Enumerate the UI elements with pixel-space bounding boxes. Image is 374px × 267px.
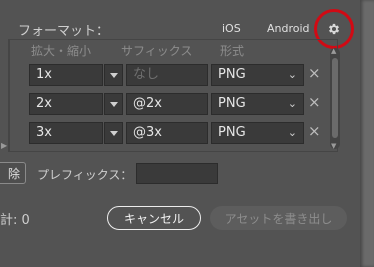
format-column-header: 形式 bbox=[220, 44, 245, 58]
suffix-placeholder: なし bbox=[133, 67, 160, 82]
format-value: PNG bbox=[218, 125, 246, 140]
format-select-1x[interactable]: PNG ⌄ bbox=[211, 64, 304, 86]
format-value: PNG bbox=[218, 96, 246, 111]
scale-dropdown-button[interactable] bbox=[104, 122, 123, 144]
delete-button[interactable]: 除 bbox=[0, 162, 26, 184]
cancel-button[interactable]: キャンセル bbox=[107, 206, 201, 230]
scale-column-header: 拡大・縮小 bbox=[31, 44, 92, 58]
scroll-thumb[interactable] bbox=[332, 58, 338, 138]
gear-icon bbox=[328, 23, 340, 35]
format-label: フォーマット： bbox=[18, 24, 110, 39]
scale-list-scrollbar[interactable]: ▲ ▼ bbox=[330, 47, 340, 150]
prefix-label: プレフィックス： bbox=[37, 168, 133, 182]
export-assets-button[interactable]: アセットを書き出し bbox=[210, 206, 347, 230]
dropdown-arrow-icon bbox=[109, 72, 118, 78]
scale-dropdown-button[interactable] bbox=[104, 64, 123, 86]
suffix-field-3x[interactable]: @3x bbox=[126, 122, 208, 144]
chevron-down-icon: ⌄ bbox=[287, 126, 297, 139]
chevron-down-icon: ⌄ bbox=[287, 68, 297, 81]
remove-row-button[interactable]: × bbox=[308, 122, 321, 140]
remove-row-button[interactable]: × bbox=[308, 93, 321, 111]
remove-row-button[interactable]: × bbox=[308, 64, 321, 82]
suffix-column-header: サフィックス bbox=[121, 44, 193, 58]
suffix-field-2x[interactable]: @2x bbox=[126, 93, 208, 115]
android-preset-button[interactable]: Android bbox=[267, 22, 310, 35]
window-right-edge bbox=[360, 0, 374, 267]
format-select-2x[interactable]: PNG ⌄ bbox=[211, 93, 304, 115]
prefix-input[interactable] bbox=[136, 163, 218, 184]
scroll-down-icon[interactable]: ▼ bbox=[331, 142, 336, 150]
scale-dropdown-button[interactable] bbox=[104, 93, 123, 115]
format-select-3x[interactable]: PNG ⌄ bbox=[211, 122, 304, 144]
format-value: PNG bbox=[218, 67, 246, 82]
chevron-down-icon: ⌄ bbox=[287, 97, 297, 110]
scale-field-2x[interactable]: 2x bbox=[29, 93, 103, 115]
ios-preset-button[interactable]: iOS bbox=[222, 22, 241, 35]
scale-field-1x[interactable]: 1x bbox=[29, 64, 103, 86]
scale-field-3x[interactable]: 3x bbox=[29, 122, 103, 144]
export-panel: ▶ フォーマット： iOS Android 拡大・縮小 サフィックス 形式 1x… bbox=[0, 0, 360, 267]
asset-total-label: 計: 0 bbox=[0, 213, 30, 228]
dropdown-arrow-icon bbox=[109, 101, 118, 107]
scroll-up-icon[interactable]: ▲ bbox=[331, 47, 336, 55]
dropdown-arrow-icon bbox=[109, 130, 118, 136]
suffix-field-1x[interactable]: なし bbox=[126, 64, 208, 86]
collapse-arrow-icon[interactable]: ▶ bbox=[1, 141, 7, 150]
